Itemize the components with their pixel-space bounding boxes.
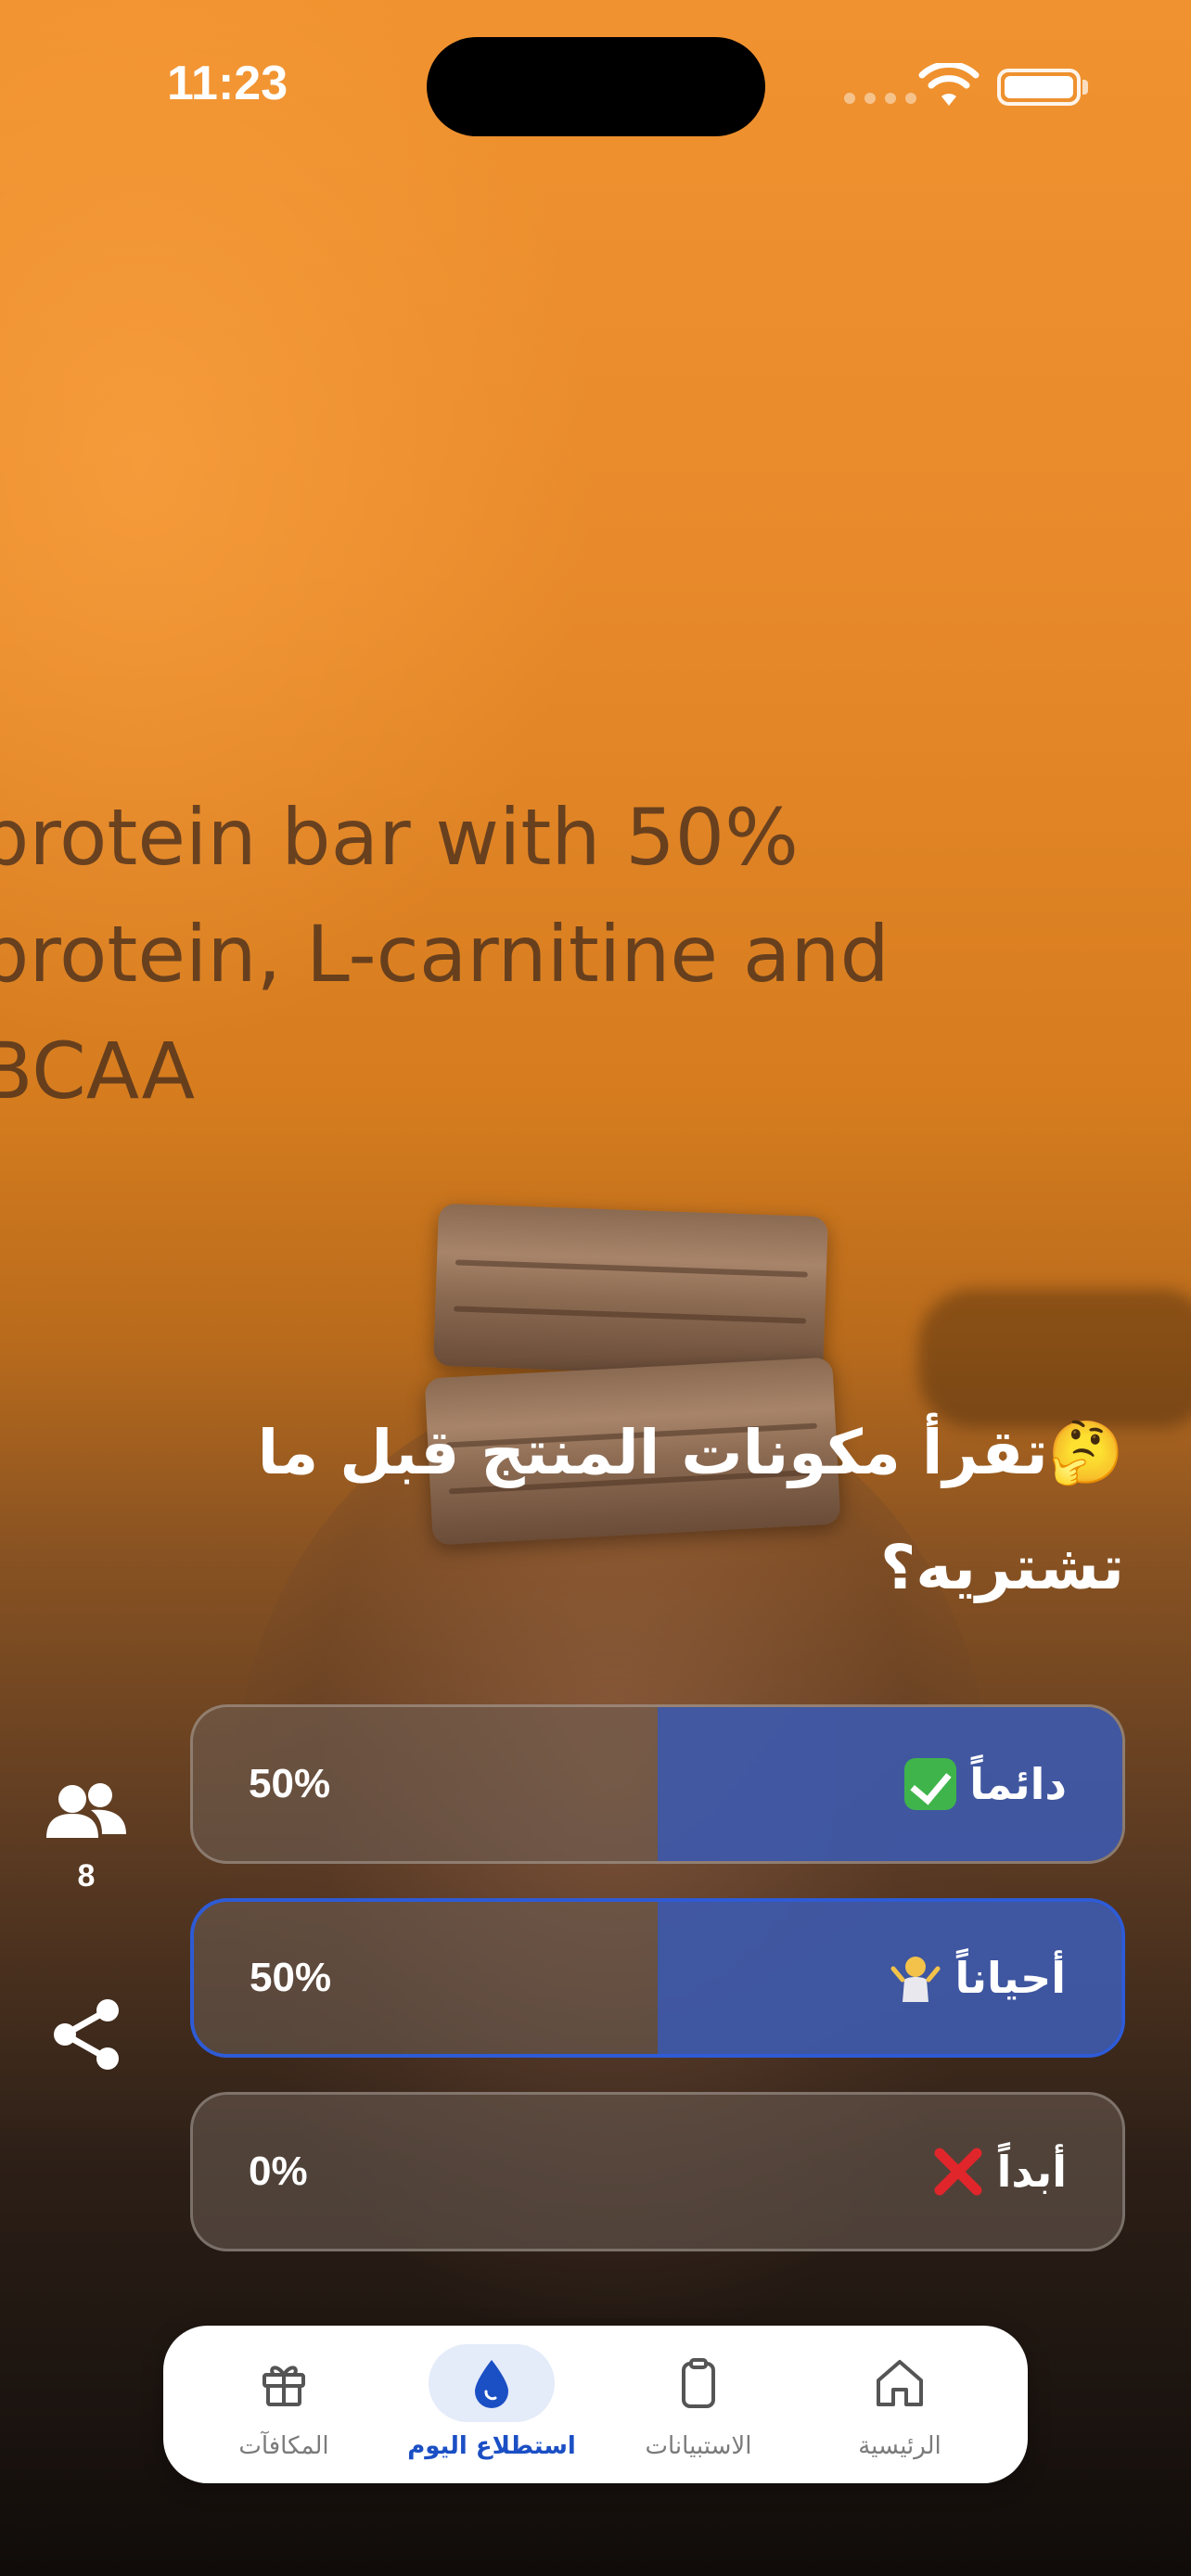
poll-question-line: 🤔تقرأ مكونات المنتج قبل ما bbox=[257, 1417, 1124, 1488]
tab-home[interactable]: الرئيسية bbox=[807, 2326, 992, 2483]
poll-option-label-wrap: أحياناً bbox=[890, 1902, 1066, 2054]
protein-bar-top-image bbox=[433, 1203, 828, 1380]
clipboard-icon bbox=[682, 2358, 715, 2408]
poll-option-label-wrap: دائماً bbox=[904, 1707, 1067, 1861]
poll-option-label: أبداً bbox=[996, 2147, 1067, 2197]
check-mark-emoji bbox=[904, 1758, 957, 1810]
promo-line: BCAA bbox=[0, 1026, 196, 1116]
poll-option-percent: 0% bbox=[249, 2149, 308, 2194]
poll-option-never[interactable]: 0% أبداً bbox=[190, 2092, 1125, 2251]
poll-option-percent: 50% bbox=[249, 1761, 331, 1806]
poll-option-sometimes[interactable]: 50% أحياناً bbox=[190, 1898, 1125, 2058]
tab-surveys[interactable]: الاستبيانات bbox=[606, 2326, 791, 2483]
battery-icon bbox=[997, 69, 1081, 106]
tab-daily-poll[interactable]: استطلاع اليوم bbox=[399, 2326, 584, 2483]
background-promo-text: protein bar with 50% protein, L-carnitin… bbox=[0, 779, 1000, 1129]
wifi-icon bbox=[918, 63, 980, 106]
tab-rewards[interactable]: المكافآت bbox=[191, 2326, 377, 2483]
participants-icon bbox=[46, 1783, 126, 1838]
poll-question: 🤔تقرأ مكونات المنتج قبل ما تشتريه؟ bbox=[197, 1396, 1124, 1626]
tab-icon-wrap bbox=[221, 2344, 347, 2422]
poll-option-label: دائماً bbox=[969, 1759, 1067, 1809]
gift-icon bbox=[263, 2366, 305, 2406]
signal-icon bbox=[844, 93, 916, 104]
tab-icon-wrap bbox=[429, 2344, 555, 2422]
tab-icon-wrap bbox=[837, 2344, 963, 2422]
tab-label: الاستبيانات bbox=[645, 2432, 752, 2460]
promo-line: protein, L-carnitine and bbox=[0, 909, 890, 1000]
shrug-emoji bbox=[890, 1957, 941, 2002]
drop-icon bbox=[475, 2360, 508, 2408]
poll-option-percent: 50% bbox=[250, 1955, 332, 2000]
cross-mark-emoji bbox=[934, 2148, 982, 2196]
poll-option-always[interactable]: 50% دائماً bbox=[190, 1704, 1125, 1864]
bottom-tab-bar: الرئيسية الاستبيانات استطلاع اليوم المكا… bbox=[163, 2326, 1028, 2483]
tab-label: الرئيسية bbox=[858, 2432, 941, 2460]
promo-line: protein bar with 50% bbox=[0, 792, 799, 883]
home-icon bbox=[877, 2360, 923, 2406]
poll-option-label: أحياناً bbox=[954, 1953, 1066, 2003]
share-icon[interactable] bbox=[48, 1996, 126, 2073]
poll-question-line: تشتريه؟ bbox=[879, 1532, 1124, 1603]
dynamic-island bbox=[427, 37, 765, 136]
participants-count[interactable]: 8 bbox=[45, 1780, 128, 1894]
status-time: 11:23 bbox=[167, 57, 288, 110]
participants-number: 8 bbox=[77, 1858, 96, 1894]
tab-label: المكافآت bbox=[238, 2432, 329, 2460]
battery-cap bbox=[1082, 80, 1088, 95]
tab-label: استطلاع اليوم bbox=[407, 2432, 576, 2460]
poll-option-label-wrap: أبداً bbox=[932, 2095, 1067, 2249]
tab-icon-wrap bbox=[635, 2344, 762, 2422]
